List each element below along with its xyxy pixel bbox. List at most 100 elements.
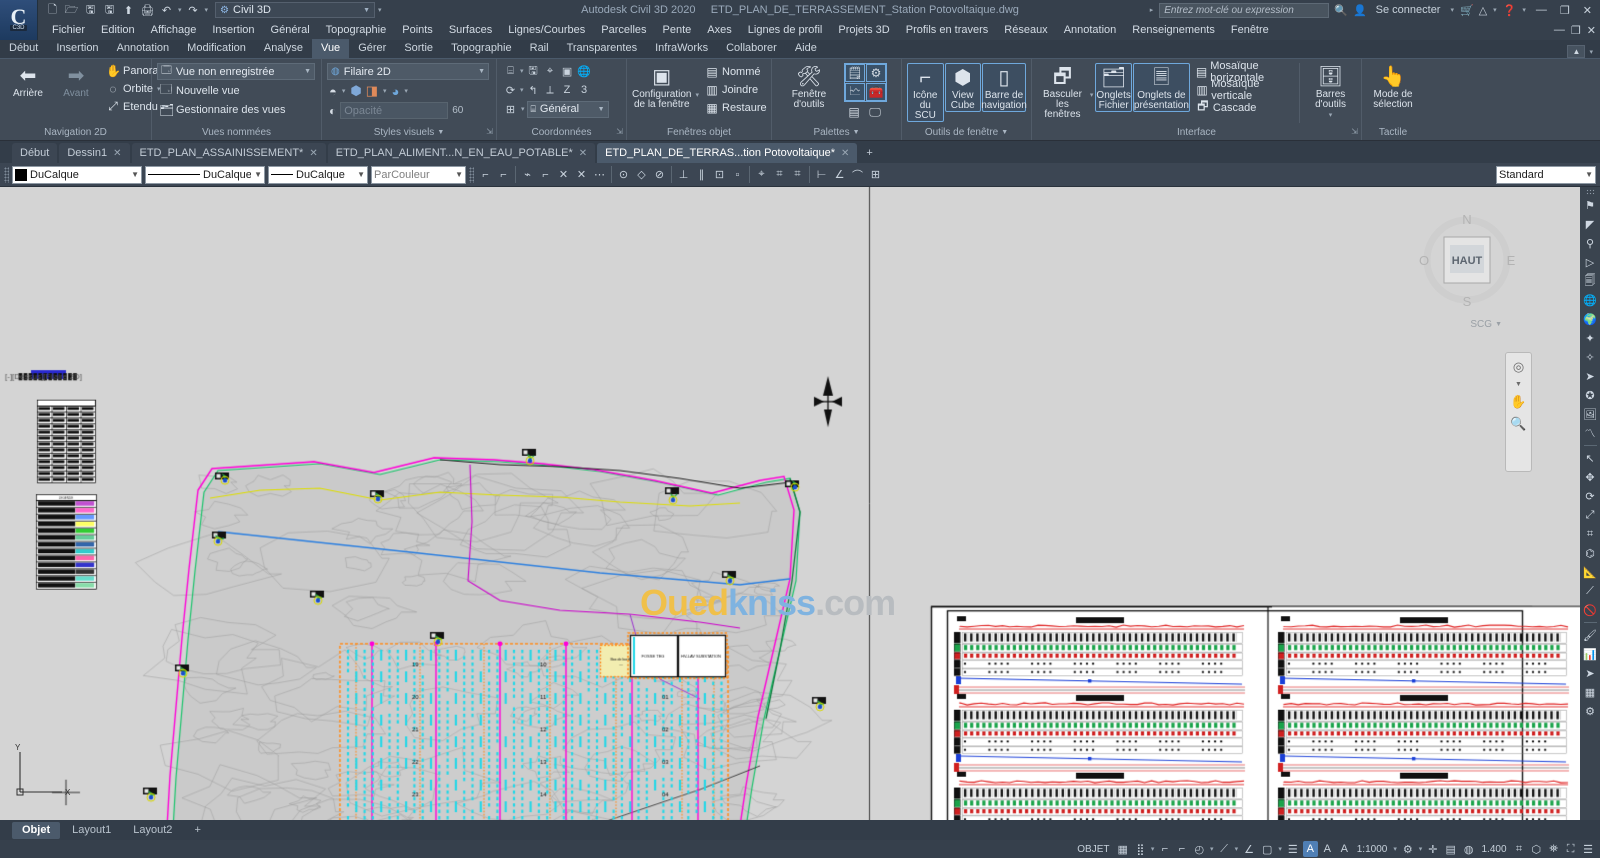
steering-wheel-icon[interactable]: ◎ [1513,359,1524,375]
osnap-endpoint-icon[interactable]: ⌐ [477,166,494,184]
ribbon-tab-d-but[interactable]: Début [0,39,47,58]
crop-tool-icon[interactable]: ⌗ [1581,525,1599,543]
prospector-palette-icon[interactable]: 🗠 [845,83,865,101]
menu-item-lignes-courbes[interactable]: Lignes/Courbes [500,20,593,40]
star-tool-icon[interactable]: ✦ [1581,329,1599,347]
ucs-display-icon[interactable]: ⊞ [502,100,519,118]
measure-tool-icon[interactable]: 📐 [1581,563,1599,581]
menu-item-profils-en-travers[interactable]: Profils en travers [898,20,997,40]
menu-icon[interactable]: ☰ [1580,841,1596,857]
chevron-down-icon[interactable]: ▾ [1588,48,1594,56]
annotation-scale-button[interactable]: 1:1000 [1354,841,1391,857]
graphics-performance-icon[interactable]: ◍ [1461,841,1477,857]
snap-from-icon[interactable]: ⌁ [519,166,536,184]
snap-intersection-icon[interactable]: ✕ [555,166,572,184]
star-annotate-icon[interactable]: ✧ [1581,348,1599,366]
move-tool-icon[interactable]: ✥ [1581,468,1599,486]
layer-combo[interactable]: DuCalque ▼ [12,165,142,184]
globe-zoom-icon[interactable]: 🌍 [1581,310,1599,328]
pointer-plus-icon[interactable]: ➤ [1581,664,1599,682]
close-button[interactable]: ✕ [1579,4,1596,17]
ucs-3point-icon[interactable]: 3 [576,81,593,99]
sheet-set-palette-icon[interactable]: ▤ [844,103,864,121]
toolbar-grip-handle[interactable] [4,166,9,183]
layout-tab-layout1[interactable]: Layout1 [62,822,121,839]
plot-icon[interactable]: 🖨 [139,2,156,18]
rotate-tool-icon[interactable]: ⟳ [1581,487,1599,505]
chart-tool-icon[interactable]: 📊 [1581,645,1599,663]
point-marker-icon[interactable]: ⚲ [1581,234,1599,252]
snap-nearest-icon[interactable]: ⌖ [753,166,770,184]
triangle-tool-icon[interactable]: ▷ [1581,253,1599,271]
ribbon-tab-sortie[interactable]: Sortie [395,39,442,58]
viewport-restore-button[interactable]: ▦ Restaure [703,99,769,116]
new-file-icon[interactable]: 🗋 [44,2,61,18]
navigation-bar[interactable]: ◎ ▼ ✋ 🔍 [1505,352,1532,472]
chevron-down-icon[interactable]: ▾ [1418,845,1424,853]
close-icon[interactable]: ✕ [841,148,849,159]
ucs-selector[interactable]: SCG ▼ [1470,319,1502,330]
menu-item-projets-3d[interactable]: Projets 3D [830,20,897,40]
transform-tool-icon[interactable]: ⌬ [1581,544,1599,562]
tab-plan-terrassement[interactable]: ETD_PLAN_DE_TERRAS...tion Potovoltaique*… [597,143,858,163]
app-dropdown-icon[interactable]: ▾ [1492,6,1498,14]
shadows-icon[interactable]: ◕ [392,84,400,99]
tool-palettes-button[interactable]: 🛠 Fenêtre d'outils [777,63,841,110]
menu-item-pente[interactable]: Pente [655,20,700,40]
lineweight-combo[interactable]: ParCouleur ▼ [371,165,466,184]
panel-expand-icon[interactable]: ⇲ [1351,125,1358,139]
new-document-tab-button[interactable]: + [859,143,879,163]
pan-hand-icon[interactable]: ✋ [1510,394,1526,410]
object-snap-tracking-toggle[interactable]: ⟋ [1217,841,1232,857]
snap-none-icon[interactable]: ⌗ [771,166,788,184]
close-icon[interactable]: ✕ [579,148,587,159]
ucs-icon-button[interactable]: ⌐ Icône du SCU [907,63,944,122]
snap-quadrant-icon[interactable]: ◇ [633,166,650,184]
tab-plan-eau-potable[interactable]: ETD_PLAN_ALIMENT...N_EN_EAU_POTABLE* ✕ [327,143,596,163]
osnap-midpoint-icon[interactable]: ⌐ [495,166,512,184]
qat-customize-icon[interactable]: ▾ [377,6,383,14]
menu-item-fen-tre[interactable]: Fenêtre [1223,20,1277,40]
save-icon[interactable]: 🖫 [82,2,99,18]
osnap-toolbar-grip[interactable] [469,166,474,183]
ribbon-tab-vue[interactable]: Vue [312,39,350,58]
snap-center-icon[interactable]: ⊙ [615,166,632,184]
chevron-down-icon[interactable]: ▾ [403,87,409,95]
chevron-down-icon[interactable]: ▼ [1515,381,1522,388]
chevron-down-icon[interactable]: ▾ [382,87,388,95]
ucs-named-icon[interactable]: ⌸ [502,62,519,80]
search-input[interactable]: Entrez mot-clé ou expression [1159,2,1330,18]
ucs-rotate-icon[interactable]: ⟳ [502,81,519,99]
zoom-magnifier-icon[interactable]: 🔍 [1510,416,1526,432]
redo-dropdown-icon[interactable]: ▾ [204,6,210,14]
named-view-combo[interactable]: 🗔 Vue non enregistrée ▼ [157,63,315,80]
ribbon-tab-g-rer[interactable]: Gérer [349,39,395,58]
cascade-button[interactable]: 🗗 Cascade [1194,99,1294,116]
toolbars-button[interactable]: 🗄 Barres d'outils ▾ [1305,63,1356,119]
chevron-down-icon[interactable]: ▾ [694,91,700,99]
osnap-settings-icon[interactable]: ⌗ [789,166,806,184]
tab-plan-assainissement[interactable]: ETD_PLAN_ASSAINISSEMENT* ✕ [131,143,326,163]
dim-style-combo[interactable]: Standard ▼ [1496,165,1596,184]
menu-item-surfaces[interactable]: Surfaces [441,20,500,40]
snap-mode-toggle[interactable]: ⣿ [1133,841,1148,857]
profile-tool-icon[interactable]: 〽 [1581,424,1599,442]
ucs-previous-icon[interactable]: ↰ [525,81,542,99]
ribbon-tab-insertion[interactable]: Insertion [47,39,107,58]
undo-icon[interactable]: ↶ [158,2,175,18]
snap-perpendicular-icon[interactable]: ⊥ [675,166,692,184]
label-style-icon[interactable]: ◤ [1581,215,1599,233]
tab-debut[interactable]: Début [12,143,58,163]
cloud-upload-icon[interactable]: ⬆ [120,2,137,18]
layout-tab-objet[interactable]: Objet [12,821,61,839]
toolbar-grip-handle[interactable] [1585,189,1595,195]
chevron-down-icon[interactable]: ▾ [1277,845,1283,853]
snap-tangent-icon[interactable]: ⊘ [651,166,668,184]
zoom-forward-button[interactable]: ➡ Avant [53,62,99,99]
snap-apparent-icon[interactable]: ✕ [573,166,590,184]
star-search-icon[interactable]: ✪ [1581,386,1599,404]
workspace-switch-icon[interactable]: ⚙ [1400,841,1416,857]
menu-item-axes[interactable]: Axes [699,20,739,40]
visual-style-combo[interactable]: ◍ Filaire 2D ▼ [327,63,489,80]
object-snap-2d-toggle[interactable]: ▢ [1259,841,1275,857]
